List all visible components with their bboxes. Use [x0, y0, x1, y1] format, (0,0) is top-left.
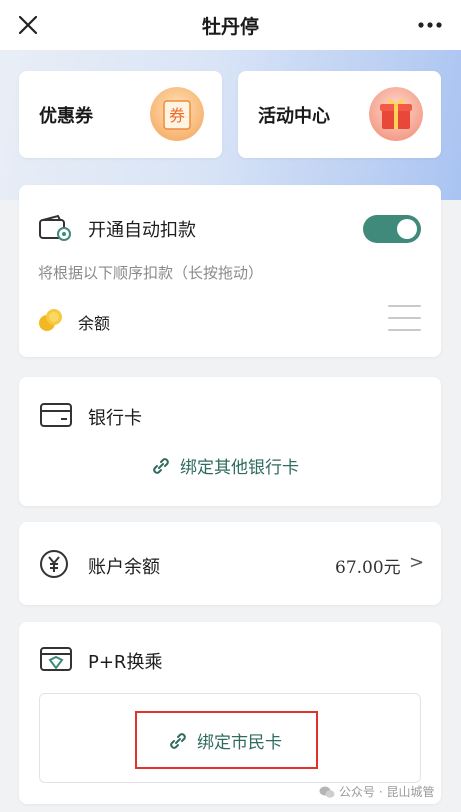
yen-icon — [40, 550, 68, 578]
chevron-right-icon: > — [409, 552, 425, 573]
account-balance-amount: 67.00元 — [335, 558, 401, 578]
wallet-icon — [39, 214, 71, 241]
autopay-toggle[interactable] — [363, 215, 421, 243]
coupon-icon: 券 — [150, 87, 204, 141]
close-icon[interactable] — [14, 11, 42, 39]
gift-icon — [369, 87, 423, 141]
activity-center-label: 活动中心 — [258, 105, 330, 127]
drag-handle[interactable] — [388, 305, 421, 331]
toggle-knob — [397, 219, 417, 239]
watermark: 公众号 · 昆山城管 — [319, 783, 434, 800]
watermark-text: 公众号 · 昆山城管 — [339, 785, 435, 799]
bank-card-icon — [40, 403, 72, 427]
bind-bank-card-text: 绑定其他银行卡 — [180, 458, 299, 478]
bank-card-section — [19, 377, 441, 506]
bind-bank-card-link[interactable]: 绑定其他银行卡 — [150, 453, 299, 478]
coupon-badge-text: 券 — [169, 106, 185, 125]
bank-card-title: 银行卡 — [88, 408, 142, 429]
highlight-box — [135, 711, 318, 769]
citizen-card-icon — [40, 647, 72, 671]
more-icon[interactable] — [417, 16, 443, 34]
wechat-icon — [319, 786, 335, 798]
autopay-title: 开通自动扣款 — [88, 220, 196, 241]
page-title: 牡丹停 — [201, 15, 259, 38]
link-icon — [153, 457, 169, 474]
activity-center-card[interactable]: 活动中心 — [238, 71, 441, 158]
coupon-card[interactable]: 优惠券 券 — [19, 71, 222, 158]
coupon-label: 优惠券 — [39, 105, 93, 127]
balance-priority-label: 余额 — [78, 314, 111, 333]
top-bar: 牡丹停 — [0, 0, 461, 50]
coins-icon — [39, 309, 62, 331]
autopay-hint: 将根据以下顺序扣款（长按拖动） — [38, 264, 264, 282]
pr-transfer-title: P+R换乘 — [88, 652, 163, 673]
account-balance-title: 账户余额 — [88, 557, 160, 578]
